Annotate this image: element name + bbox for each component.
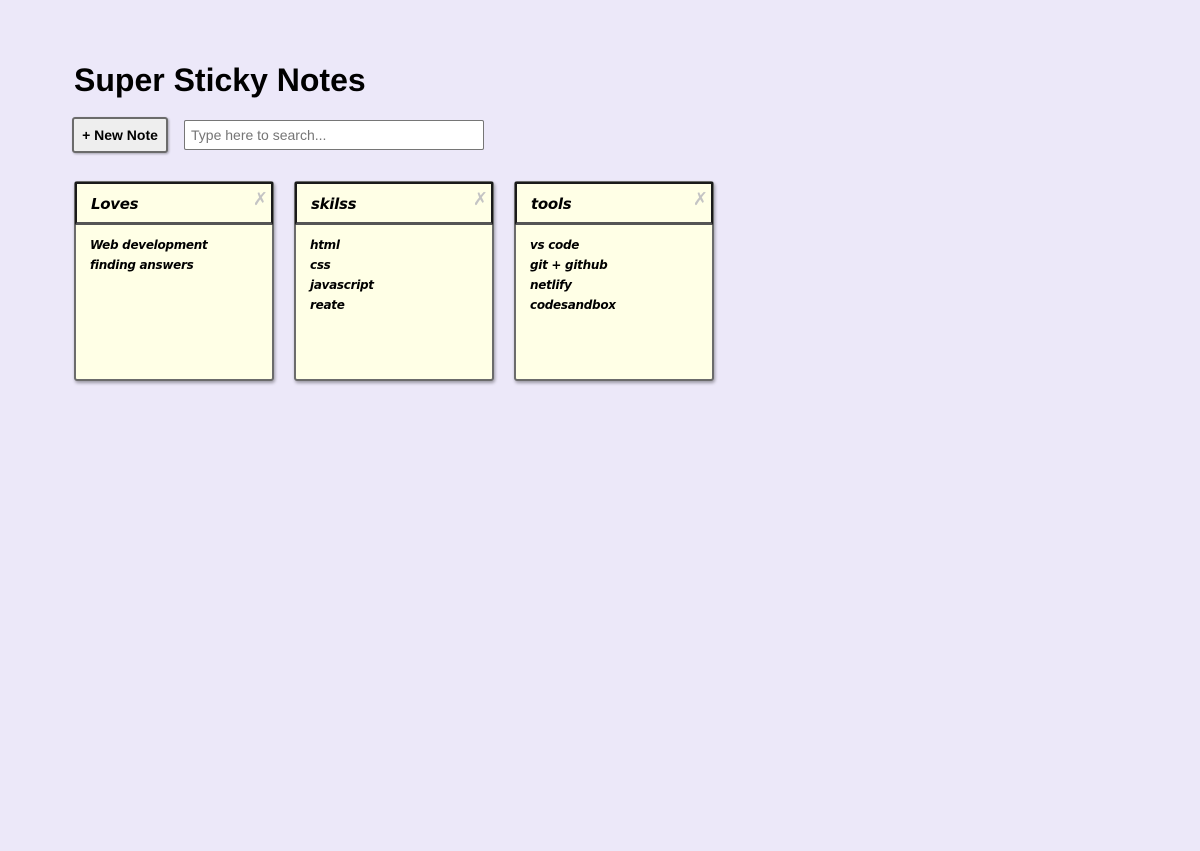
- note-title-input[interactable]: tools: [517, 184, 711, 214]
- new-note-button[interactable]: + New Note: [72, 117, 168, 153]
- note-card: tools ✗ vs code git + github netlify cod…: [514, 181, 714, 381]
- note-body-textarea[interactable]: Web development finding answers: [76, 225, 272, 275]
- app-container: Super Sticky Notes + New Note Loves ✗ We…: [72, 58, 714, 381]
- search-input[interactable]: [184, 120, 484, 150]
- note-header: tools ✗: [515, 182, 713, 225]
- notes-list: Loves ✗ Web development finding answers …: [74, 181, 734, 381]
- close-icon[interactable]: ✗: [473, 190, 488, 210]
- note-title-input[interactable]: skilss: [297, 184, 491, 214]
- note-line: css: [310, 258, 331, 272]
- note-header: skilss ✗: [295, 182, 493, 225]
- controls-bar: + New Note: [72, 117, 484, 153]
- page-title: Super Sticky Notes: [74, 62, 366, 98]
- note-line: vs code: [530, 238, 580, 252]
- note-line: finding answers: [90, 258, 194, 272]
- note-line: javascript: [310, 278, 374, 292]
- note-line: codesandbox: [530, 298, 616, 312]
- note-header: Loves ✗: [75, 182, 273, 225]
- note-line: Web development: [90, 238, 208, 252]
- note-line: netlify: [530, 278, 572, 292]
- note-title-input[interactable]: Loves: [77, 184, 271, 214]
- note-body-textarea[interactable]: vs code git + github netlify codesandbox: [516, 225, 712, 315]
- note-card: Loves ✗ Web development finding answers: [74, 181, 274, 381]
- note-line: html: [310, 238, 340, 252]
- note-card: skilss ✗ html css javascript reate: [294, 181, 494, 381]
- close-icon[interactable]: ✗: [693, 190, 708, 210]
- close-icon[interactable]: ✗: [253, 190, 268, 210]
- note-body-textarea[interactable]: html css javascript reate: [296, 225, 492, 315]
- note-line: reate: [310, 298, 345, 312]
- note-line: git + github: [530, 258, 608, 272]
